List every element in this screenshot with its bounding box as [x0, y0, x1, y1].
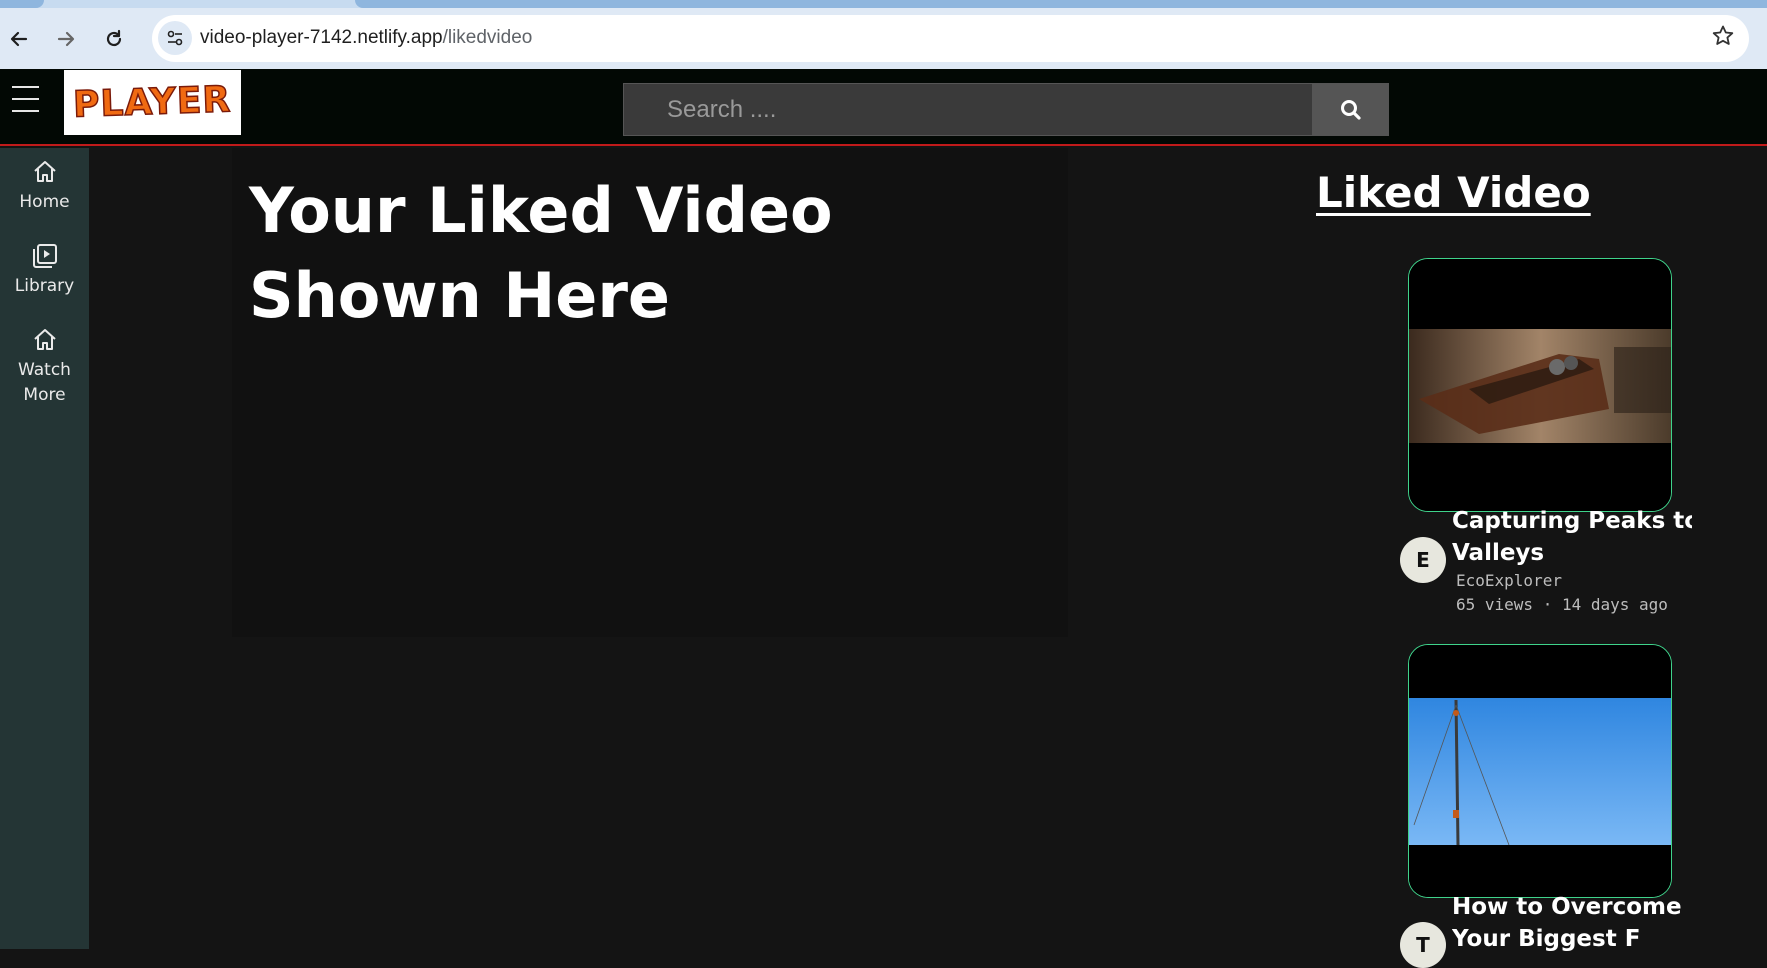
video-title-line: Your Biggest F [1452, 926, 1641, 952]
sidebar-item-label: Home [19, 192, 70, 212]
tune-icon [167, 30, 183, 46]
channel-name[interactable]: EcoExplorer [1456, 569, 1562, 593]
sidebar-item-library[interactable]: Library [0, 242, 89, 299]
dot-separator: · [1533, 595, 1562, 614]
url-text[interactable]: video-player-7142.netlify.app/likedvideo [200, 27, 532, 49]
page-title: Your Liked Video Shown Here [249, 174, 833, 332]
url-path: /likedvideo [442, 27, 533, 48]
logo[interactable]: PLAYER [64, 70, 241, 135]
view-count: 65 views [1456, 595, 1534, 614]
search-button[interactable] [1313, 83, 1389, 136]
menu-icon[interactable] [12, 86, 39, 112]
search-input[interactable] [623, 83, 1313, 136]
home-icon [33, 329, 56, 350]
address-bar[interactable]: video-player-7142.netlify.app/likedvideo [152, 15, 1749, 62]
arrow-right-icon [57, 31, 75, 47]
video-thumbnail[interactable] [1408, 644, 1672, 898]
library-icon [32, 244, 57, 268]
bookmark-button[interactable] [1711, 24, 1735, 54]
thumbnail-image [1409, 645, 1671, 897]
video-title[interactable]: Capturing Peaks to Valleys [1452, 505, 1692, 569]
inactive-tab-area[interactable] [355, 0, 1767, 8]
forward-button[interactable] [47, 20, 85, 58]
search-icon [1341, 99, 1361, 120]
sidebar-item-home[interactable]: Home [0, 158, 89, 215]
liked-video-heading: Liked Video [1316, 168, 1591, 217]
tab-edge [0, 0, 44, 8]
sidebar-item-label: Library [14, 276, 75, 296]
browser-toolbar: video-player-7142.netlify.app/likedvideo [0, 0, 1767, 69]
app-header: PLAYER [0, 69, 1767, 146]
arrow-left-icon [10, 31, 28, 47]
thumbnail-image [1409, 259, 1671, 511]
reload-button[interactable] [95, 20, 133, 58]
back-button[interactable] [0, 20, 38, 58]
star-icon [1712, 25, 1734, 45]
video-thumbnail[interactable] [1408, 258, 1672, 512]
sidebar-item-label: Watch More [18, 360, 71, 405]
url-host: video-player-7142.netlify.app [200, 27, 443, 48]
site-info-button[interactable] [158, 21, 192, 55]
avatar[interactable]: T [1400, 922, 1446, 968]
avatar[interactable]: E [1400, 537, 1446, 583]
reload-icon [106, 29, 122, 47]
video-title-line: How to Overcome [1452, 894, 1682, 920]
video-title[interactable]: How to Overcome Your Biggest F [1452, 891, 1692, 955]
video-title-line: Capturing Peaks to [1452, 508, 1692, 534]
search-bar [623, 83, 1389, 136]
video-stats: 65 views · 14 days ago [1456, 593, 1668, 617]
sidebar-item-watch-more[interactable]: Watch More [0, 326, 89, 408]
home-icon [33, 161, 56, 182]
logo-text: PLAYER [72, 79, 233, 127]
upload-age: 14 days ago [1561, 595, 1668, 614]
video-title-line: Valleys [1452, 540, 1545, 566]
sidebar: Home Library Watch More [0, 148, 89, 949]
